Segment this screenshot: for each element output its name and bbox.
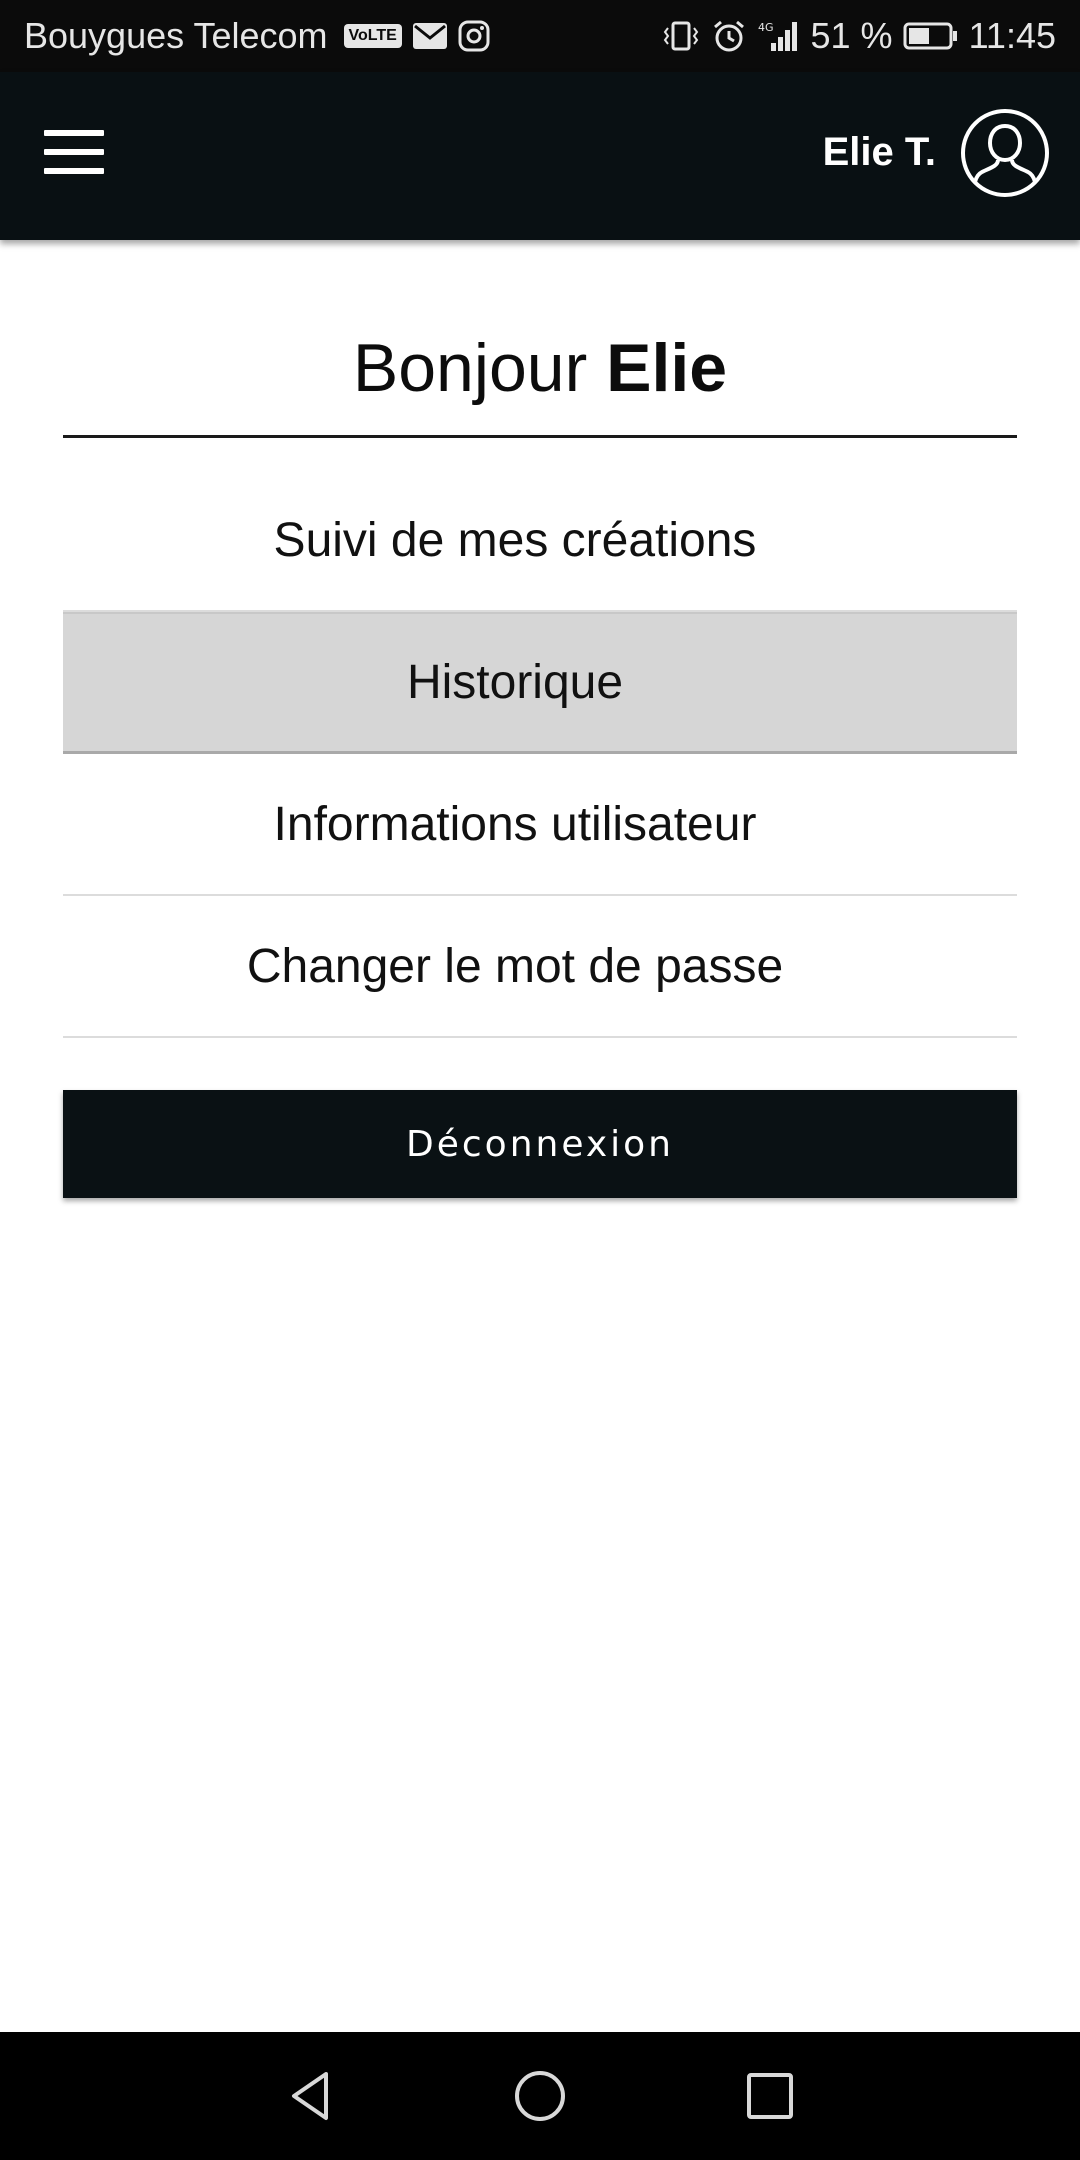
greeting-name: Elie <box>606 330 728 406</box>
app-header: Elie T. <box>0 72 1080 240</box>
instagram-icon <box>458 20 490 52</box>
menu-item-informations-utilisateur[interactable]: Informations utilisateur <box>63 754 1017 896</box>
status-bar-right: 4G 51 % 11:45 <box>661 15 1056 57</box>
header-user-name[interactable]: Elie T. <box>823 124 936 180</box>
menu-item-historique[interactable]: Historique <box>63 612 1017 754</box>
volte-badge: VoLTE <box>343 24 402 48</box>
home-circle-icon[interactable] <box>510 2066 570 2126</box>
status-bar: Bouygues Telecom VoLTE 4G 51 % 11:45 <box>0 0 1080 72</box>
battery-icon <box>903 21 959 51</box>
back-triangle-icon[interactable] <box>280 2066 340 2126</box>
system-nav-bar <box>0 2032 1080 2160</box>
clock: 11:45 <box>968 15 1056 56</box>
greeting-divider <box>63 435 1017 438</box>
status-bar-left: Bouygues Telecom VoLTE <box>24 15 490 57</box>
menu-item-suivi-creations[interactable]: Suivi de mes créations <box>63 470 1017 612</box>
recents-square-icon[interactable] <box>740 2066 800 2126</box>
logout-button[interactable]: Déconnexion <box>63 1090 1017 1198</box>
carrier-name: Bouygues Telecom <box>24 15 328 56</box>
greeting-title: Bonjour Elie <box>63 326 1017 410</box>
greeting-prefix: Bonjour <box>352 330 588 406</box>
account-menu-list: Suivi de mes créations Historique Inform… <box>63 470 1017 1038</box>
hamburger-menu-icon[interactable] <box>38 122 110 182</box>
signal-icon: 4G <box>757 19 801 53</box>
vibrate-icon <box>661 20 701 52</box>
alarm-icon <box>711 19 747 53</box>
mail-icon <box>412 22 448 50</box>
battery-percent: 51 % <box>810 15 893 56</box>
network-type-label: 4G <box>758 21 774 34</box>
menu-item-changer-mot-de-passe[interactable]: Changer le mot de passe <box>63 896 1017 1038</box>
user-avatar-icon[interactable] <box>960 108 1050 198</box>
